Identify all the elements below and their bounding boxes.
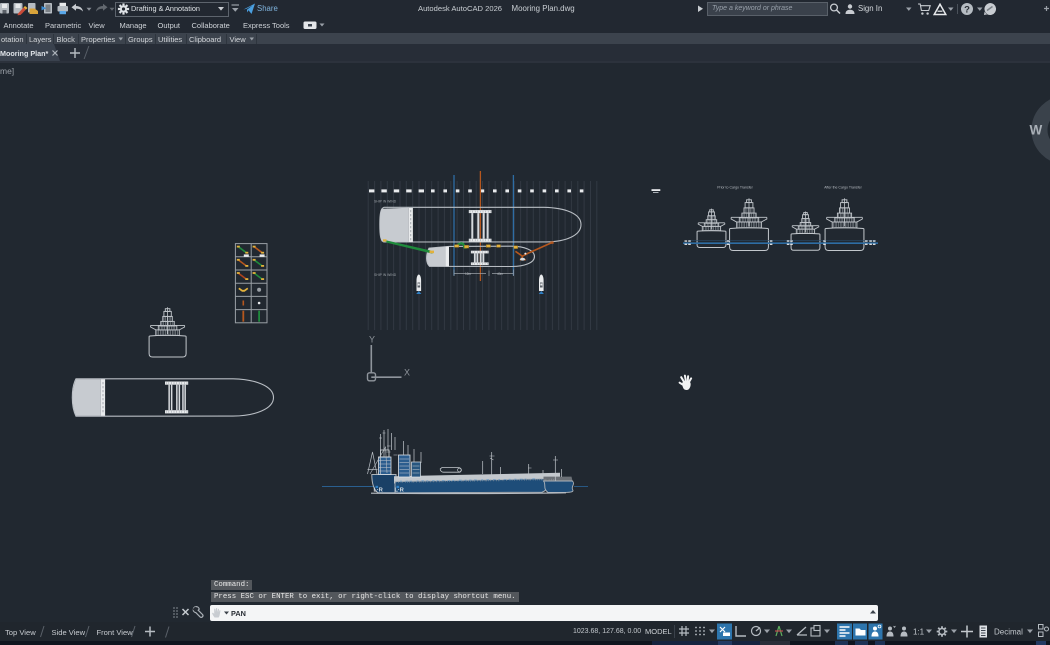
svg-text:1:1: 1:1 [913, 628, 925, 637]
svg-text:Prior to Cargo Transfer: Prior to Cargo Transfer [717, 186, 753, 190]
svg-text:X: X [404, 368, 410, 378]
svg-text:40m: 40m [497, 272, 504, 276]
svg-text:L·R: L·R [374, 488, 383, 494]
svg-text:L·R: L·R [395, 488, 404, 494]
svg-text:After the Cargo Transfer: After the Cargo Transfer [824, 186, 862, 190]
svg-text:W: W [1030, 123, 1043, 138]
svg-text:Y: Y [369, 335, 375, 345]
svg-text:?: ? [964, 4, 970, 15]
svg-text:12m: 12m [465, 272, 472, 276]
svg-text:SHIP IN WIND: SHIP IN WIND [374, 273, 397, 277]
svg-text:Decimal: Decimal [994, 627, 1023, 636]
svg-text:SHIP IN WIND: SHIP IN WIND [374, 200, 397, 204]
